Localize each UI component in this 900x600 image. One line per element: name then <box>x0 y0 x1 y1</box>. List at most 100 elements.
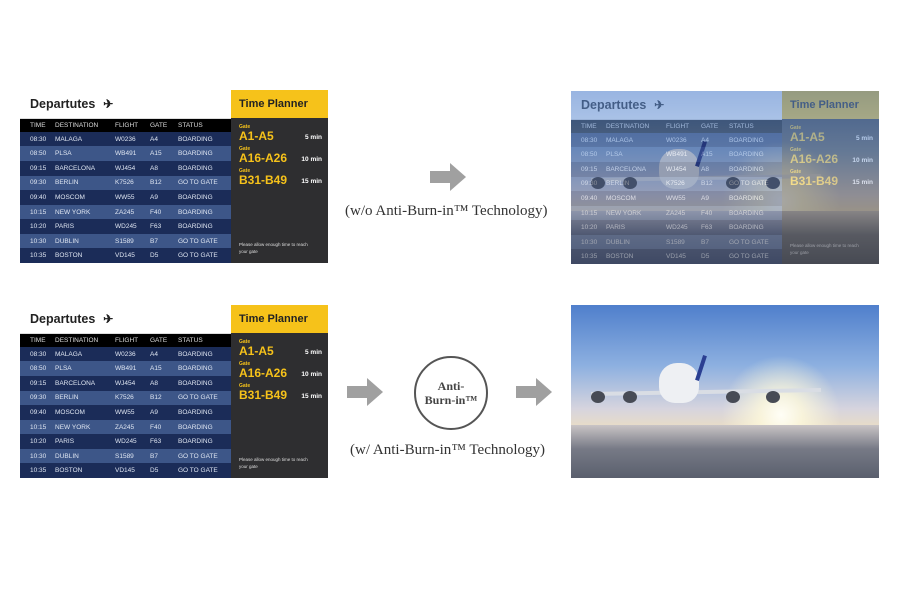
column-header: GATE <box>150 121 168 129</box>
table-row: 08:50 PLSA WB491 A15 BOARDING <box>20 361 231 377</box>
table-cell: DUBLIN <box>55 237 79 245</box>
photo-clean <box>571 305 879 478</box>
table-cell: A15 <box>150 150 162 158</box>
table-cell: B7 <box>150 452 158 460</box>
planner-title: Time Planner <box>782 91 879 119</box>
table-cell: B7 <box>701 238 709 246</box>
table-cell: MALAGA <box>55 135 83 143</box>
table-cell: A9 <box>150 193 158 201</box>
table-cell: F40 <box>150 208 162 216</box>
table-cell: NEW YORK <box>55 423 91 431</box>
gate-time: 5 min <box>305 349 322 356</box>
table-cell: ZA245 <box>115 208 135 216</box>
table-cell: BOARDING <box>729 194 764 202</box>
table-row: 10:35 BOSTON VD145 D5 GO TO GATE <box>571 249 782 264</box>
caption-with: (w/ Anti-Burn-in™ Technology) <box>350 442 546 458</box>
planner-note: Please allow enough time to reach your g… <box>239 242 308 254</box>
column-header: DESTINATION <box>55 121 99 129</box>
table-cell: GO TO GATE <box>178 252 218 260</box>
table-cell: PLSA <box>55 365 72 373</box>
table-header: TIME DESTINATION FLIGHT GATE STATUS <box>20 118 231 132</box>
table-cell: BOSTON <box>606 253 634 261</box>
table-cell: W0236 <box>115 350 136 358</box>
table-cell: A4 <box>150 135 158 143</box>
table-cell: MOSCOM <box>606 194 636 202</box>
table-cell: BOARDING <box>178 438 213 446</box>
table-cell: 10:30 <box>581 238 598 246</box>
table-cell: BOARDING <box>178 379 213 387</box>
table-cell: PARIS <box>606 224 626 232</box>
table-cell: A9 <box>701 194 709 202</box>
table-cell: WW55 <box>115 408 135 416</box>
table-row: 09:15 BARCELONA WJ454 A8 BOARDING <box>20 376 231 391</box>
table-cell: BOSTON <box>55 252 83 260</box>
table-cell: W0236 <box>115 135 136 143</box>
table-cell: F40 <box>701 209 713 217</box>
table-cell: WJ454 <box>666 165 687 173</box>
table-cell: D5 <box>150 467 159 475</box>
table-cell: 09:40 <box>30 408 47 416</box>
board-title: Departutes <box>30 96 96 111</box>
departures-board-top: Departutes ✈ TIME DESTINATION FLIGHT GATE STAT… <box>20 90 328 263</box>
table-cell: GO TO GATE <box>178 452 218 460</box>
planner-note: Please allow enough time to reach your g… <box>790 243 859 255</box>
table-cell: S1589 <box>115 237 134 245</box>
ghost-departures-board: Departutes ✈ TIME DESTINATION FLIGHT GATE STAT… <box>571 91 879 264</box>
badge-line2: Burn-in™ <box>424 393 478 407</box>
table-cell: K7526 <box>666 180 685 188</box>
table-cell: 09:30 <box>581 180 598 188</box>
departures-table: Departutes ✈ TIME DESTINATION FLIGHT GATE STAT… <box>20 90 231 263</box>
table-cell: BOARDING <box>178 135 213 143</box>
anti-burn-in-badge: Anti- Burn-in™ <box>414 356 488 430</box>
table-cell: B12 <box>701 180 713 188</box>
table-row: 09:40 MOSCOM WW55 A9 BOARDING <box>20 190 231 205</box>
table-row: 10:35 BOSTON VD145 D5 GO TO GATE <box>20 248 231 263</box>
table-row: 10:35 BOSTON VD145 D5 GO TO GATE <box>20 463 231 478</box>
table-row: 08:50 PLSA WB491 A15 BOARDING <box>20 146 231 162</box>
table-cell: WB491 <box>115 150 137 158</box>
gate-time: 5 min <box>856 135 873 142</box>
table-cell: WB491 <box>115 365 137 373</box>
photo-burn-in: Departutes ✈ TIME DESTINATION FLIGHT GATE STAT… <box>571 91 879 264</box>
column-header: GATE <box>150 336 168 344</box>
gate-entry: Gate A1-A5 5 min <box>790 125 873 143</box>
table-row: 08:30 MALAGA W0236 A4 BOARDING <box>20 131 231 147</box>
badge-line1: Anti- <box>437 379 465 393</box>
column-header: TIME <box>30 121 46 129</box>
gate-entry: Gate A16-A26 10 min <box>239 361 322 379</box>
column-header: TIME <box>30 336 46 344</box>
table-cell: ZA245 <box>666 209 686 217</box>
table-cell: PLSA <box>55 150 72 158</box>
table-cell: WD245 <box>115 223 137 231</box>
table-cell: 10:20 <box>30 223 47 231</box>
table-cell: BARCELONA <box>55 379 96 387</box>
table-cell: A8 <box>150 379 158 387</box>
table-row: 09:40 MOSCOM WW55 A9 BOARDING <box>20 405 231 420</box>
table-cell: GO TO GATE <box>729 253 769 261</box>
column-header: FLIGHT <box>115 121 139 129</box>
table-cell: BOARDING <box>729 224 764 232</box>
table-cell: GO TO GATE <box>178 179 218 187</box>
column-header: GATE <box>701 122 719 130</box>
table-cell: NEW YORK <box>55 208 91 216</box>
table-cell: 10:35 <box>581 253 598 261</box>
table-header: TIME DESTINATION FLIGHT GATE STATUS <box>20 333 231 347</box>
table-row: 10:30 DUBLIN S1589 B7 GO TO GATE <box>20 448 231 464</box>
gate-entry: Gate B31-B49 15 min <box>239 383 322 401</box>
table-cell: BOARDING <box>178 408 213 416</box>
table-row: 08:30 MALAGA W0236 A4 BOARDING <box>20 346 231 362</box>
table-cell: 10:30 <box>30 452 47 460</box>
planner-note: Please allow enough time to reach your g… <box>239 457 308 469</box>
departures-table: Departutes ✈ TIME DESTINATION FLIGHT GATE STAT… <box>571 91 782 264</box>
table-cell: 08:50 <box>581 151 598 159</box>
gate-time: 5 min <box>305 134 322 141</box>
table-cell: WD245 <box>666 224 688 232</box>
table-cell: BOARDING <box>178 164 213 172</box>
table-row: 08:30 MALAGA W0236 A4 BOARDING <box>571 132 782 148</box>
table-cell: 08:50 <box>30 150 47 158</box>
table-cell: MOSCOM <box>55 408 85 416</box>
board-header: Departutes ✈ <box>571 91 782 120</box>
table-row: 09:30 BERLIN K7526 B12 GO TO GATE <box>20 390 231 406</box>
table-cell: 08:30 <box>30 135 47 143</box>
table-cell: GO TO GATE <box>729 238 769 246</box>
